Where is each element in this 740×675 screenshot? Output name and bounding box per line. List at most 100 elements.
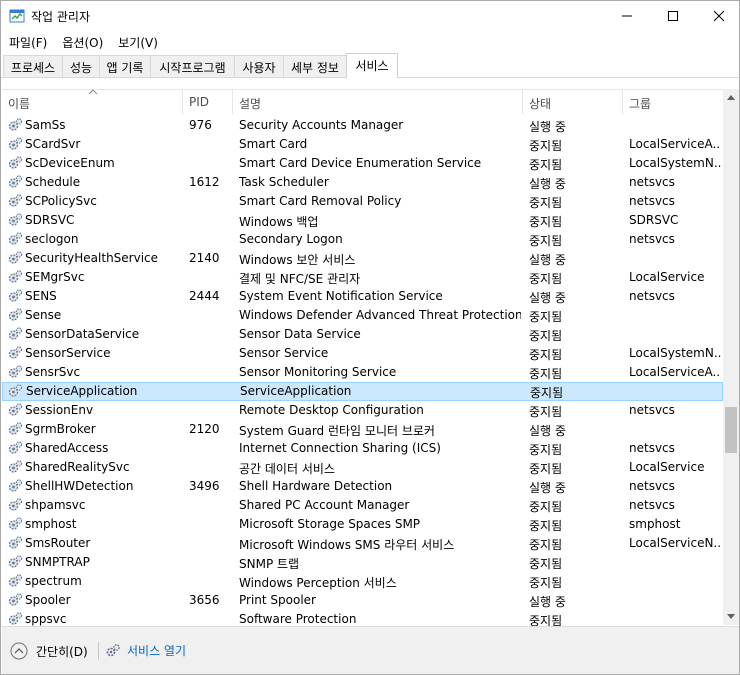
table-row[interactable]: SessionEnv Remote Desktop Configuration 중지… [2, 401, 723, 420]
service-gear-icon [8, 175, 23, 188]
tab-services[interactable]: 서비스 [346, 53, 398, 78]
table-row[interactable]: SamSs 976 Security Accounts Manager 실행 중 [2, 116, 723, 135]
service-description: System Guard 런타임 모니터 브로커 [239, 424, 435, 438]
service-name: sppsvc [25, 612, 67, 626]
table-row[interactable]: SensrSvc Sensor Monitoring Service 중지됨 Loca… [2, 363, 723, 382]
service-name: ScDeviceEnum [25, 156, 115, 170]
service-status: 중지됨 [529, 557, 563, 571]
service-description: Microsoft Windows SMS 라우터 서비스 [239, 538, 455, 552]
table-row[interactable]: SNMPTRAP SNMP 트랩 중지됨 [2, 553, 723, 572]
service-status: 중지됨 [529, 310, 563, 324]
scroll-down-button[interactable] [723, 609, 739, 625]
service-gear-icon [8, 460, 23, 473]
tab-users[interactable]: 사용자 [234, 55, 284, 77]
service-name: SCPolicySvc [25, 194, 97, 208]
service-name: SensorService [25, 346, 111, 360]
service-name: smphost [25, 517, 77, 531]
service-status: 실행 중 [529, 424, 566, 438]
service-pid: 2444 [189, 289, 220, 303]
table-row[interactable]: SharedAccess Internet Connection Sharing … [2, 439, 723, 458]
column-group[interactable]: 그룹 [623, 90, 723, 114]
table-row[interactable]: SecurityHealthService 2140 Windows 보안 서비스 실… [2, 249, 723, 268]
table-row[interactable]: smphost Microsoft Storage Spaces SMP 중지됨 sm… [2, 515, 723, 534]
table-row[interactable]: Schedule 1612 Task Scheduler 실행 중 netsvcs [2, 173, 723, 192]
less-details-button[interactable]: 간단히(D) [10, 642, 88, 660]
table-row[interactable]: seclogon Secondary Logon 중지됨 netsvcs [2, 230, 723, 249]
open-services-link[interactable]: 서비스 열기 [105, 642, 186, 659]
close-button[interactable] [696, 1, 740, 31]
service-description: 공간 데이터 서비스 [239, 462, 335, 476]
column-name[interactable]: 이름 [2, 90, 183, 114]
maximize-button[interactable] [650, 1, 696, 31]
tab-app-history[interactable]: 앱 기록 [99, 55, 151, 77]
service-gear-icon [8, 479, 23, 492]
tab-performance[interactable]: 성능 [62, 55, 100, 77]
service-name: shpamsvc [25, 498, 86, 512]
service-group: LocalService [629, 270, 705, 284]
service-gear-icon [8, 517, 23, 530]
service-status: 실행 중 [529, 177, 566, 191]
column-status[interactable]: 상태 [523, 90, 623, 114]
service-status: 중지됨 [529, 329, 563, 343]
table-row[interactable]: SCPolicySvc Smart Card Removal Policy 중지됨 n… [2, 192, 723, 211]
scrollbar-thumb[interactable] [725, 407, 737, 453]
service-pid: 2120 [189, 422, 220, 436]
service-status: 중지됨 [529, 500, 563, 514]
service-gear-icon [8, 251, 23, 264]
menu-bar: 파일(F) 옵션(O) 보기(V) [1, 31, 739, 53]
scroll-up-button[interactable] [723, 89, 739, 105]
table-row[interactable]: Sense Windows Defender Advanced Threat Pr… [2, 306, 723, 325]
service-status: 중지됨 [529, 614, 563, 626]
service-group: netsvcs [629, 498, 675, 512]
minimize-button[interactable] [604, 1, 650, 31]
service-description: Sensor Service [239, 346, 329, 360]
service-gear-icon [8, 612, 23, 625]
table-row[interactable]: SensorDataService Sensor Data Service 중지됨 [2, 325, 723, 344]
table-row[interactable]: ShellHWDetection 3496 Shell Hardware Detec… [2, 477, 723, 496]
table-row[interactable]: spectrum Windows Perception 서비스 중지됨 [2, 572, 723, 591]
table-row[interactable]: SharedRealitySvc 공간 데이터 서비스 중지됨 LocalServic… [2, 458, 723, 477]
menu-view[interactable]: 보기(V) [110, 31, 165, 53]
footer-divider [98, 642, 99, 660]
service-group: netsvcs [629, 175, 675, 189]
menu-options[interactable]: 옵션(O) [54, 31, 110, 53]
column-description[interactable]: 설명 [233, 90, 523, 114]
table-row[interactable]: SgrmBroker 2120 System Guard 런타임 모니터 브로커 실행… [2, 420, 723, 439]
service-name: SensrSvc [25, 365, 81, 379]
table-row[interactable]: sppsvc Software Protection 중지됨 [2, 610, 723, 626]
service-description: Windows 보안 서비스 [239, 253, 356, 267]
service-group: smphost [629, 517, 681, 531]
service-description: Shell Hardware Detection [239, 479, 393, 493]
table-row[interactable]: Spooler 3656 Print Spooler 실행 중 [2, 591, 723, 610]
service-description: Microsoft Storage Spaces SMP [239, 517, 421, 531]
table-row[interactable]: SDRSVC Windows 백업 중지됨 SDRSVC [2, 211, 723, 230]
table-row[interactable]: SEMgrSvc 결제 및 NFC/SE 관리자 중지됨 LocalService [2, 268, 723, 287]
table-row[interactable]: ScDeviceEnum Smart Card Device Enumeratio… [2, 154, 723, 173]
service-gear-icon [8, 156, 23, 169]
chevron-down-icon [727, 614, 735, 619]
tab-startup[interactable]: 시작프로그램 [150, 55, 235, 77]
tab-processes[interactable]: 프로세스 [3, 55, 63, 77]
table-row[interactable]: SCardSvr Smart Card 중지됨 LocalServiceA... [2, 135, 723, 154]
title-bar[interactable]: 작업 관리자 [1, 1, 739, 31]
table-row[interactable]: ServiceApplication ServiceApplication 중지됨 [2, 382, 723, 401]
service-group: netsvcs [629, 232, 675, 246]
vertical-scrollbar[interactable] [723, 89, 739, 625]
service-group: LocalSystemN... [629, 156, 721, 170]
service-description: Sensor Monitoring Service [239, 365, 397, 379]
service-description: ServiceApplication [240, 384, 352, 398]
tab-details[interactable]: 세부 정보 [283, 55, 347, 77]
table-row[interactable]: SENS 2444 System Event Notification Servic… [2, 287, 723, 306]
minimize-icon [622, 15, 632, 17]
table-row[interactable]: SmsRouter Microsoft Windows SMS 라우터 서비스 중지… [2, 534, 723, 553]
table-row[interactable]: SensorService Sensor Service 중지됨 LocalSyste… [2, 344, 723, 363]
menu-file[interactable]: 파일(F) [1, 31, 54, 53]
service-status: 중지됨 [529, 196, 563, 210]
service-pid: 3496 [189, 479, 220, 493]
service-description: Windows 백업 [239, 215, 319, 229]
service-name: SessionEnv [25, 403, 94, 417]
service-status: 중지됨 [530, 386, 564, 400]
column-pid[interactable]: PID [183, 90, 233, 114]
service-pid: 976 [189, 118, 212, 132]
table-row[interactable]: shpamsvc Shared PC Account Manager 중지됨 nets… [2, 496, 723, 515]
